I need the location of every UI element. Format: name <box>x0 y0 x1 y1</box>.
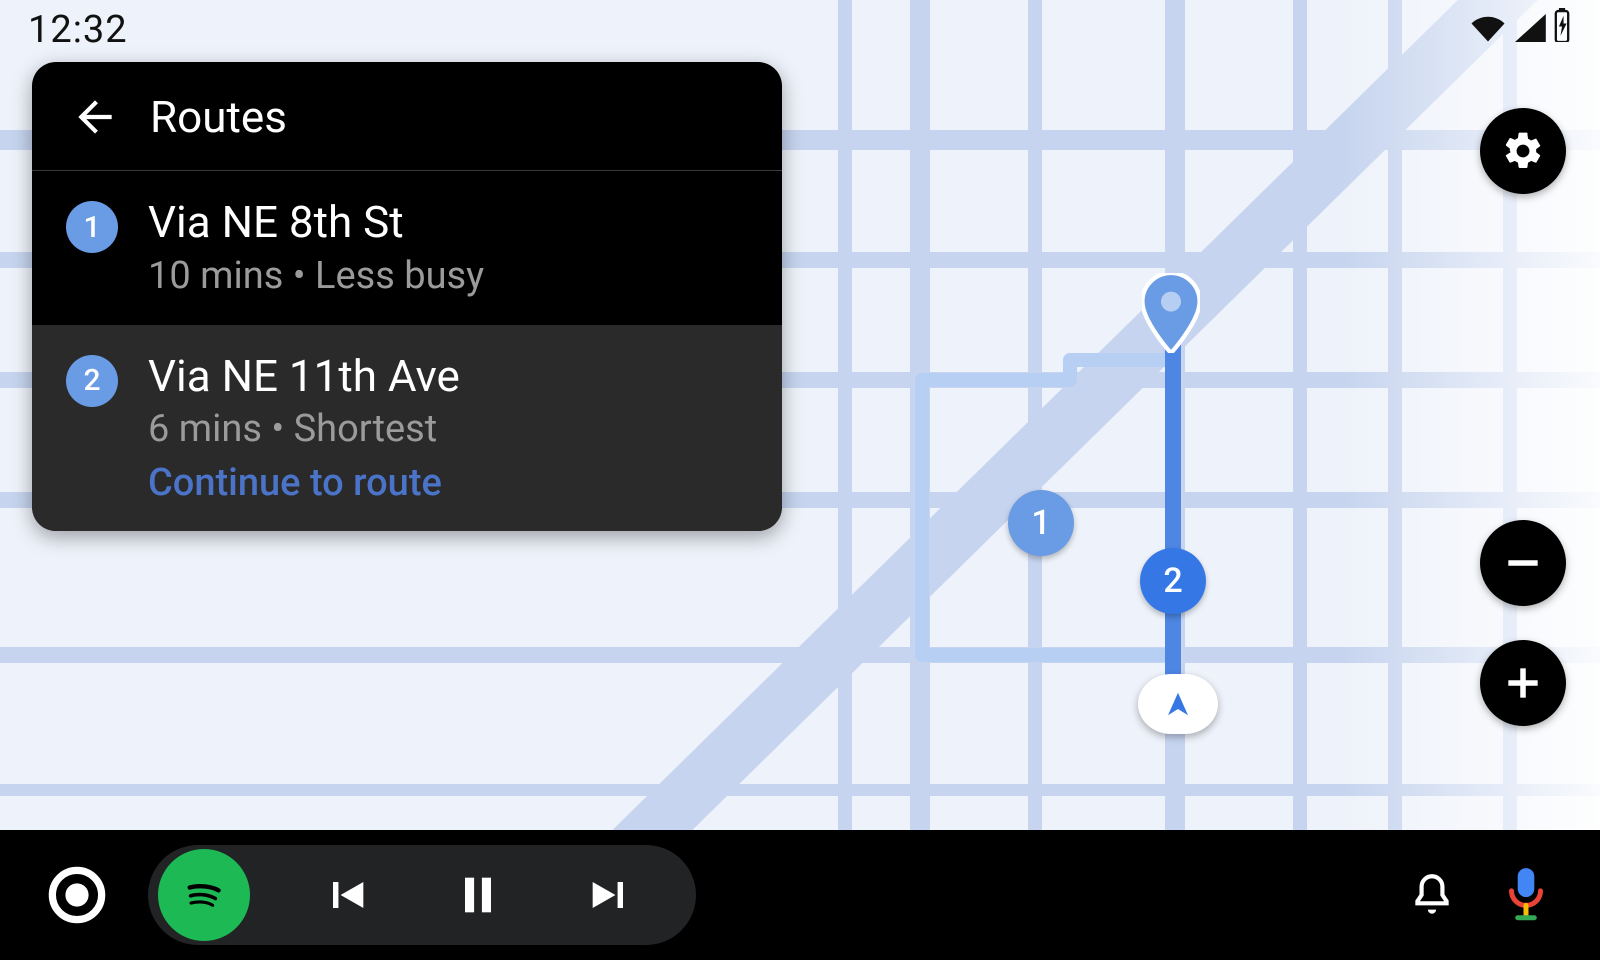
prev-track-icon <box>320 869 372 921</box>
map-route-marker-1[interactable]: 1 <box>1008 490 1074 556</box>
next-track-button[interactable] <box>574 859 646 931</box>
cell-signal-icon <box>1512 8 1546 52</box>
previous-track-button[interactable] <box>310 859 382 931</box>
zoom-in-button[interactable] <box>1480 640 1566 726</box>
continue-to-route-link[interactable]: Continue to route <box>148 461 460 505</box>
settings-button[interactable] <box>1480 108 1566 194</box>
route-subtitle: 10 mins • Less busy <box>148 254 484 298</box>
route-title: Via NE 8th St <box>148 197 484 248</box>
next-track-icon <box>584 869 636 921</box>
pause-button[interactable] <box>442 859 514 931</box>
battery-charging-icon <box>1552 8 1572 52</box>
media-controls <box>148 845 696 945</box>
gear-icon <box>1501 129 1545 173</box>
map-route-marker-2[interactable]: 2 <box>1140 548 1206 614</box>
routes-title: Routes <box>150 91 287 143</box>
voice-assistant-button[interactable] <box>1490 859 1562 931</box>
back-button[interactable] <box>68 90 122 144</box>
spotify-icon <box>176 867 232 923</box>
mic-icon <box>1501 866 1551 924</box>
bottom-nav-bar <box>0 830 1600 960</box>
heading-arrow-icon <box>1163 689 1193 719</box>
destination-pin <box>1142 273 1200 353</box>
launcher-icon <box>48 866 106 924</box>
routes-panel: Routes 1 Via NE 8th St 10 mins • Less bu… <box>32 62 782 531</box>
pause-icon <box>452 869 504 921</box>
route-title: Via NE 11th Ave <box>148 351 460 402</box>
notifications-button[interactable] <box>1396 859 1468 931</box>
route-option-2[interactable]: 2 Via NE 11th Ave 6 mins • Shortest Cont… <box>32 325 782 532</box>
route-number-badge: 2 <box>66 355 118 407</box>
back-arrow-icon <box>70 92 120 142</box>
spotify-button[interactable] <box>158 849 250 941</box>
zoom-out-button[interactable] <box>1480 520 1566 606</box>
route-number-badge: 1 <box>66 201 118 253</box>
launcher-button[interactable] <box>38 856 116 934</box>
bell-icon <box>1407 870 1457 920</box>
plus-icon <box>1501 661 1545 705</box>
status-time: 12:32 <box>28 8 128 52</box>
status-bar: 12:32 <box>0 0 1600 60</box>
wifi-icon <box>1470 8 1506 52</box>
route-option-1[interactable]: 1 Via NE 8th St 10 mins • Less busy <box>32 171 782 325</box>
destination-pin-icon <box>1142 273 1200 353</box>
routes-header: Routes <box>32 62 782 171</box>
minus-icon <box>1501 541 1545 585</box>
route-subtitle: 6 mins • Shortest <box>148 407 460 451</box>
current-location-marker <box>1138 674 1218 734</box>
